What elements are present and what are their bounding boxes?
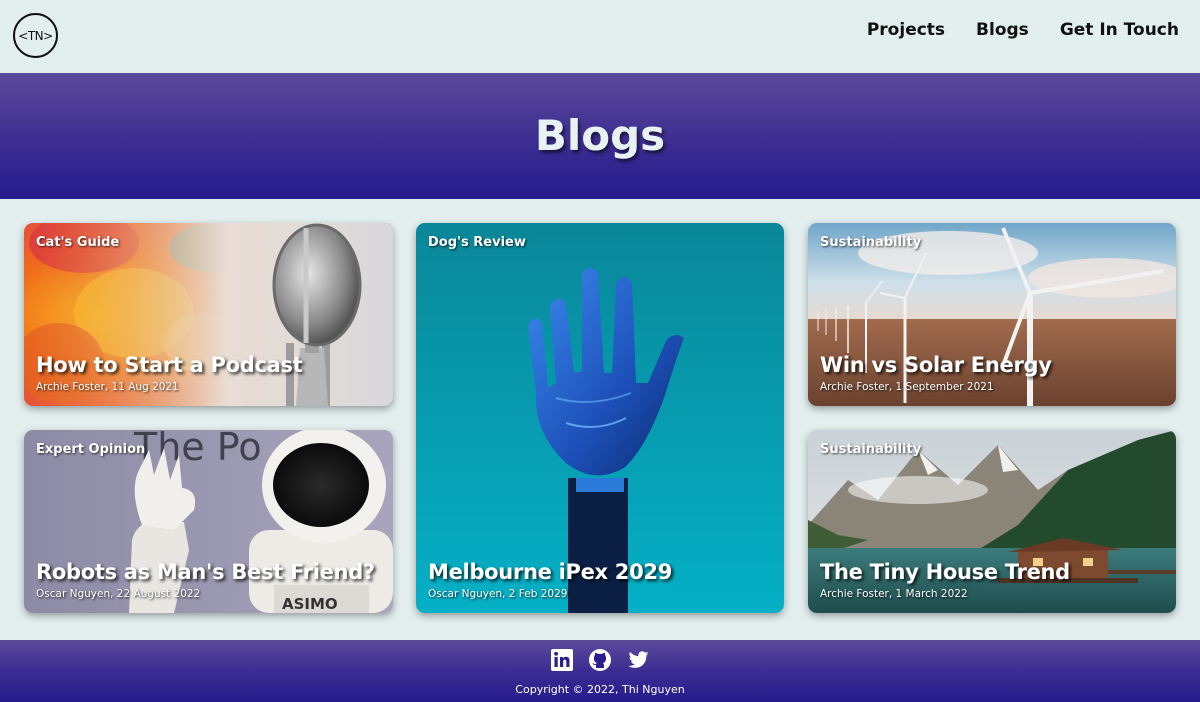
main-nav: Projects Blogs Get In Touch (867, 20, 1179, 40)
page-title: Blogs (534, 110, 666, 160)
card-category: Sustainability (820, 235, 922, 250)
robot-image: The Po ASIMO (24, 430, 393, 613)
card-title[interactable]: Robots as Man's Best Friend? (36, 560, 375, 584)
social-links (0, 648, 1200, 672)
nav-link-get-in-touch[interactable]: Get In Touch (1060, 20, 1179, 40)
nav-link-blogs[interactable]: Blogs (976, 20, 1029, 40)
nav-link-projects[interactable]: Projects (867, 20, 945, 40)
card-title[interactable]: Win vs Solar Energy (820, 353, 1052, 377)
page-banner: Blogs (0, 73, 1200, 199)
lake-house-image (808, 430, 1176, 613)
card-title[interactable]: How to Start a Podcast (36, 353, 303, 377)
wind-turbines-image (808, 223, 1176, 406)
card-title[interactable]: Melbourne iPex 2029 (428, 560, 672, 584)
blog-card-ipex[interactable]: Dog's Review Melbourne iPex 2029 Oscar N… (416, 223, 784, 613)
backdrop-poster-text: The Po (133, 430, 262, 469)
site-logo[interactable]: <TN> (13, 13, 58, 58)
card-category: Dog's Review (428, 235, 526, 250)
card-title[interactable]: The Tiny House Trend (820, 560, 1070, 584)
blog-card-tiny-house[interactable]: Sustainability The Tiny House Trend Arch… (808, 430, 1176, 613)
robot-hand-image (416, 223, 784, 613)
blog-card-podcast[interactable]: Cat's Guide How to Start a Podcast Archi… (24, 223, 393, 406)
top-header: <TN> Projects Blogs Get In Touch (0, 0, 1200, 73)
blog-card-robots[interactable]: The Po ASIMO Expert Opinion Robots as Ma… (24, 430, 393, 613)
card-category: Sustainability (820, 442, 922, 457)
card-category: Expert Opinion (36, 442, 146, 457)
card-category: Cat's Guide (36, 235, 120, 250)
blog-card-energy[interactable]: Sustainability Win vs Solar Energy Archi… (808, 223, 1176, 406)
linkedin-icon[interactable] (550, 648, 574, 672)
card-meta: Archie Foster, 1 September 2021 (820, 381, 994, 393)
card-meta: Archie Foster, 11 Aug 2021 (36, 381, 179, 393)
robot-chest-label: ASIMO (282, 595, 338, 613)
github-icon[interactable] (588, 648, 612, 672)
copyright-text: Copyright © 2022, Thi Nguyen (515, 683, 685, 696)
site-footer: Copyright © 2022, Thi Nguyen (0, 640, 1200, 702)
card-meta: Oscar Nguyen, 2 Feb 2029 (428, 588, 568, 600)
card-meta: Oscar Nguyen, 22 August 2022 (36, 588, 201, 600)
card-meta: Archie Foster, 1 March 2022 (820, 588, 968, 600)
podcast-microphone-image (24, 223, 393, 406)
twitter-icon[interactable] (626, 648, 650, 672)
